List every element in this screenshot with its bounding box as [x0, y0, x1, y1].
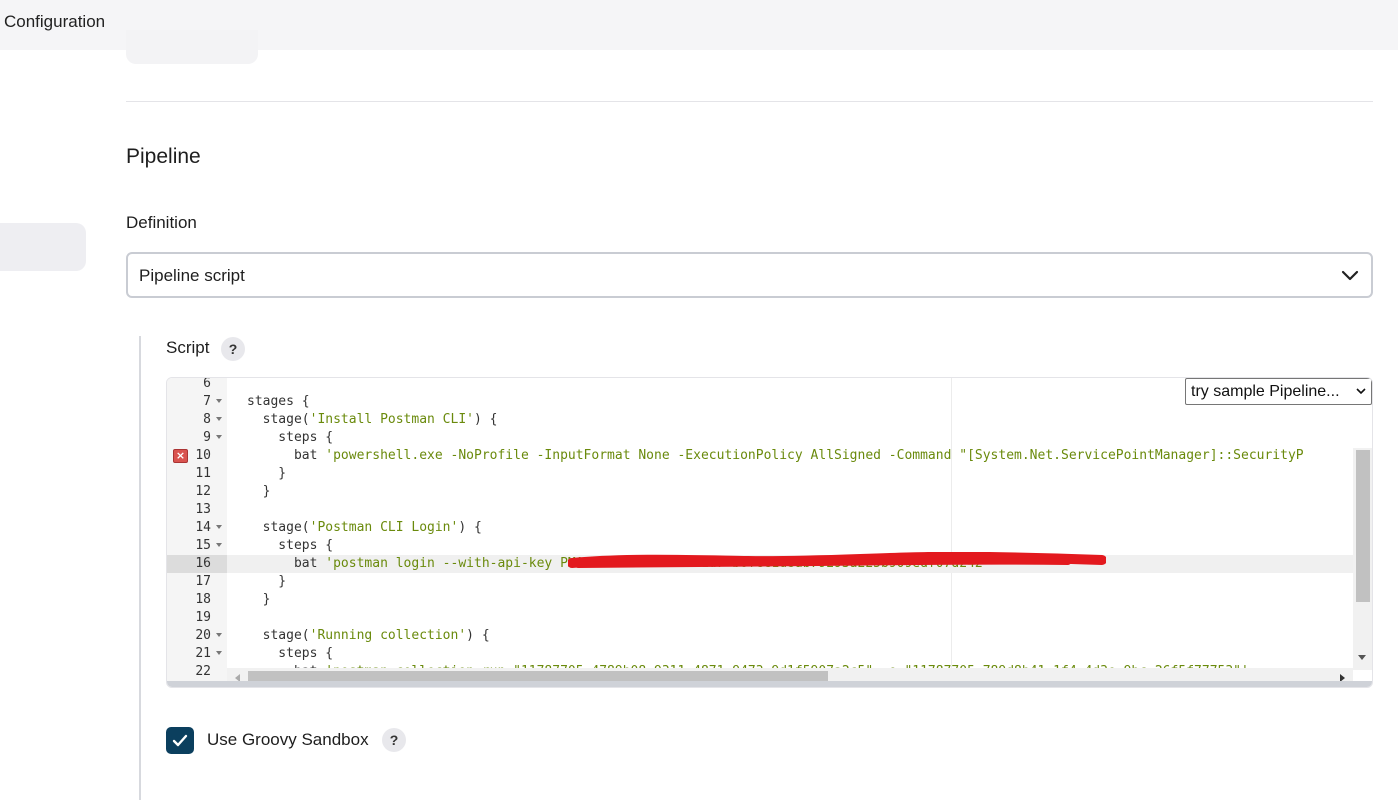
groovy-sandbox-label[interactable]: Use Groovy Sandbox	[207, 730, 369, 750]
code-text: steps {	[247, 430, 334, 445]
code-text: stage('Postman CLI Login') {	[247, 520, 482, 535]
code-line[interactable]: }	[227, 591, 1372, 609]
nested-section-line	[139, 336, 141, 800]
line-number[interactable]: 13	[167, 501, 227, 519]
editor-gutter: 678910×11121314151617181920212223	[167, 378, 227, 687]
line-number-text: 20	[195, 628, 211, 643]
sample-pipeline-select-value: try sample Pipeline...	[1191, 383, 1340, 400]
definition-select[interactable]: Pipeline script	[126, 252, 1373, 298]
line-number-text: 21	[195, 646, 211, 661]
code-line[interactable]	[227, 501, 1372, 519]
fold-arrow-icon[interactable]	[216, 543, 222, 547]
code-line[interactable]: }	[227, 573, 1372, 591]
line-number[interactable]: 22	[167, 663, 227, 681]
sidebar-item-selected[interactable]	[0, 223, 86, 271]
fold-arrow-icon[interactable]	[216, 435, 222, 439]
code-line[interactable]: stage('Install Postman CLI') {	[227, 411, 1372, 429]
code-line[interactable]	[227, 609, 1372, 627]
groovy-sandbox-checkbox[interactable]	[166, 727, 194, 754]
line-number[interactable]: 21	[167, 645, 227, 663]
code-text: stage('Install Postman CLI') {	[247, 412, 498, 427]
vertical-scroll-thumb[interactable]	[1356, 450, 1370, 602]
redaction-scribble	[568, 552, 1106, 568]
definition-select-value: Pipeline script	[139, 266, 245, 285]
line-number[interactable]: 18	[167, 591, 227, 609]
scroll-down-arrow-icon[interactable]	[1358, 655, 1366, 660]
code-text: }	[247, 574, 287, 589]
code-text: steps {	[247, 646, 334, 661]
fold-arrow-icon[interactable]	[216, 651, 222, 655]
line-number-text: 9	[203, 430, 211, 445]
fold-arrow-icon[interactable]	[216, 633, 222, 637]
script-editor[interactable]: 678910×11121314151617181920212223 stages…	[166, 377, 1373, 688]
line-number[interactable]: 17	[167, 573, 227, 591]
code-line[interactable]: }	[227, 483, 1372, 501]
line-number[interactable]: 6	[167, 377, 227, 393]
sandbox-help-icon[interactable]: ?	[382, 728, 406, 752]
line-number-text: 15	[195, 538, 211, 553]
line-number-text: 16	[195, 556, 211, 571]
code-line[interactable]: stage('Postman CLI Login') {	[227, 519, 1372, 537]
checkmark-icon	[172, 734, 188, 747]
chevron-down-icon	[1341, 270, 1359, 281]
code-line[interactable]: }	[227, 465, 1372, 483]
code-text: steps {	[247, 538, 334, 553]
line-number[interactable]: 8	[167, 411, 227, 429]
line-number[interactable]: 11	[167, 465, 227, 483]
line-number-text: 17	[195, 574, 211, 589]
string-literal: 'Postman CLI Login'	[309, 520, 459, 535]
breadcrumb-configuration[interactable]: Configuration	[4, 12, 105, 32]
line-number[interactable]: 10 ×	[167, 447, 227, 465]
line-number-text: 12	[195, 484, 211, 499]
code-text: stage('Running collection') {	[247, 628, 490, 643]
line-number[interactable]: 9	[167, 429, 227, 447]
line-number[interactable]: 15	[167, 537, 227, 555]
error-marker-icon[interactable]: ×	[173, 449, 188, 463]
string-literal: 'Install Postman CLI'	[309, 412, 474, 427]
line-number-text: 18	[195, 592, 211, 607]
string-literal: 'powershell.exe -NoProfile -InputFormat …	[325, 448, 1304, 463]
line-number-text: 14	[195, 520, 211, 535]
code-line[interactable]: steps {	[227, 429, 1372, 447]
line-number-text: 6	[203, 377, 211, 391]
editor-vertical-scrollbar[interactable]	[1353, 448, 1372, 670]
sample-pipeline-select[interactable]: try sample Pipeline...	[1185, 378, 1372, 405]
line-number[interactable]: 12	[167, 483, 227, 501]
code-text: }	[247, 466, 287, 481]
string-literal: 'Running collection'	[309, 628, 467, 643]
section-divider	[126, 101, 1373, 102]
line-number[interactable]: 14	[167, 519, 227, 537]
code-text: bat 'powershell.exe -NoProfile -InputFor…	[247, 448, 1304, 463]
code-text: }	[247, 592, 271, 607]
editor-resize-handle[interactable]	[167, 681, 1372, 687]
line-number-text: 7	[203, 394, 211, 409]
code-text: }	[247, 484, 271, 499]
line-number[interactable]: 19	[167, 609, 227, 627]
fold-arrow-icon[interactable]	[216, 399, 222, 403]
line-number-text: 8	[203, 412, 211, 427]
script-help-icon[interactable]: ?	[221, 337, 245, 361]
script-label: Script	[166, 338, 210, 357]
code-line[interactable]: steps {	[227, 645, 1372, 663]
editor-code-area[interactable]: stages { stage('Install Postman CLI') { …	[227, 378, 1372, 687]
code-line[interactable]: bat 'powershell.exe -NoProfile -InputFor…	[227, 447, 1372, 465]
code-line[interactable]: stage('Running collection') {	[227, 627, 1372, 645]
line-number-text: 11	[195, 466, 211, 481]
fold-arrow-icon[interactable]	[216, 525, 222, 529]
code-text: stages {	[247, 394, 310, 409]
line-number-text: 13	[195, 502, 211, 517]
definition-label: Definition	[126, 213, 197, 232]
line-number[interactable]: 7	[167, 393, 227, 411]
section-title-pipeline: Pipeline	[126, 145, 201, 168]
line-number[interactable]: 20	[167, 627, 227, 645]
line-number-text: 22	[195, 664, 211, 679]
faded-tab	[126, 30, 258, 64]
fold-arrow-icon[interactable]	[216, 417, 222, 421]
chevron-down-icon	[1356, 388, 1366, 395]
line-number-text: 19	[195, 610, 211, 625]
line-number[interactable]: 16	[167, 555, 227, 573]
